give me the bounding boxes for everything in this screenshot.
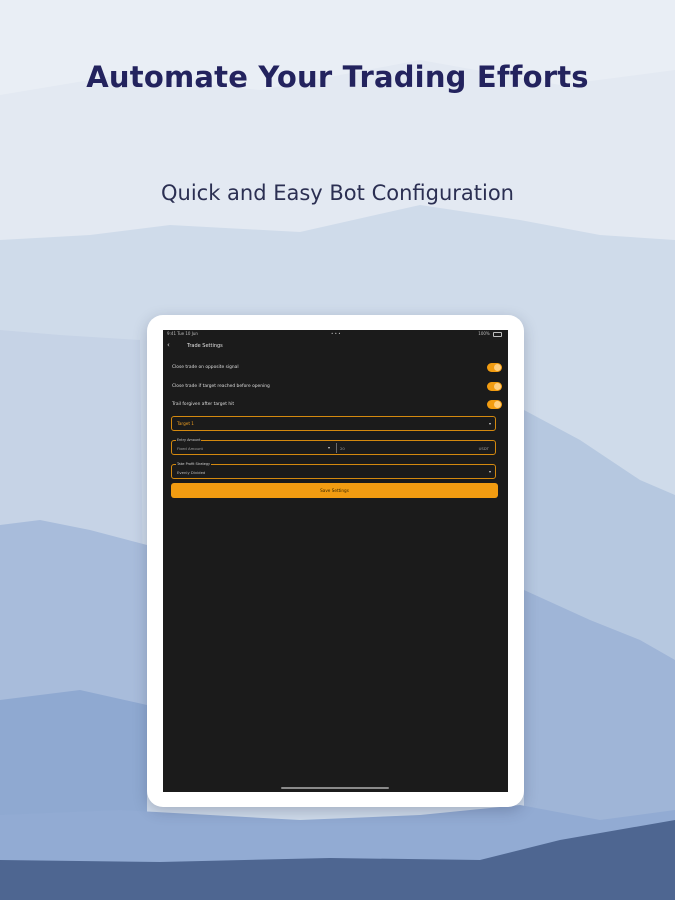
entry-amount-value[interactable]: 20 <box>340 446 345 451</box>
nav-bar: ‹ Trade Settings <box>163 341 508 353</box>
save-settings-label: Save Settings <box>320 488 349 493</box>
entry-type-value: Fixed Amount <box>177 446 203 451</box>
status-bar: 9:41 Tue 10 Jun • • • 100% <box>163 330 508 338</box>
setting-row-opposite-signal: Close trade on opposite signal <box>172 362 502 374</box>
entry-amount-legend: Entry Amount <box>176 438 202 442</box>
battery-percent: 100% <box>478 331 490 336</box>
toggle-switch[interactable] <box>487 363 502 372</box>
field-divider <box>336 443 337 453</box>
target-select[interactable]: Target 1 ▾ <box>171 416 496 431</box>
status-time: 9:41 Tue 10 Jun <box>167 331 198 336</box>
chevron-down-icon[interactable]: ▾ <box>328 445 330 450</box>
setting-row-target-before-opening: Close trade if target reached before ope… <box>172 381 502 393</box>
take-profit-legend: Take Profit Strategy <box>176 462 212 466</box>
home-indicator[interactable] <box>281 787 389 789</box>
chevron-left-icon[interactable]: ‹ <box>167 341 170 349</box>
setting-label: Close trade if target reached before ope… <box>172 384 270 389</box>
page-subheadline: Quick and Easy Bot Configuration <box>160 181 514 205</box>
status-multitask-dots: • • • <box>331 331 341 336</box>
save-settings-button[interactable]: Save Settings <box>171 483 498 498</box>
chevron-down-icon: ▾ <box>488 469 491 474</box>
setting-row-trail-after-target: Trail forgiven after target hit <box>172 399 502 411</box>
status-battery: 100% <box>478 331 502 337</box>
target-select-value: Target 1 <box>177 421 194 426</box>
setting-label: Close trade on opposite signal <box>172 365 239 370</box>
toggle-switch[interactable] <box>487 400 502 409</box>
entry-unit-label: USDT <box>478 446 489 451</box>
nav-title: Trade Settings <box>187 343 223 349</box>
take-profit-strategy-select[interactable]: Take Profit Strategy Evenly Divided ▾ <box>171 462 496 479</box>
setting-label: Trail forgiven after target hit <box>172 402 235 407</box>
entry-amount-field[interactable]: Entry Amount Fixed Amount ▾ 20 USDT <box>171 438 496 455</box>
toggle-switch[interactable] <box>487 382 502 391</box>
chevron-down-icon: ▾ <box>488 421 491 426</box>
tablet-device-frame: 9:41 Tue 10 Jun • • • 100% ‹ Trade Setti… <box>147 315 524 807</box>
battery-icon <box>493 331 502 337</box>
take-profit-value: Evenly Divided <box>177 470 206 475</box>
page-headline: Automate Your Trading Efforts <box>86 60 589 94</box>
tablet-screen: 9:41 Tue 10 Jun • • • 100% ‹ Trade Setti… <box>163 330 508 792</box>
